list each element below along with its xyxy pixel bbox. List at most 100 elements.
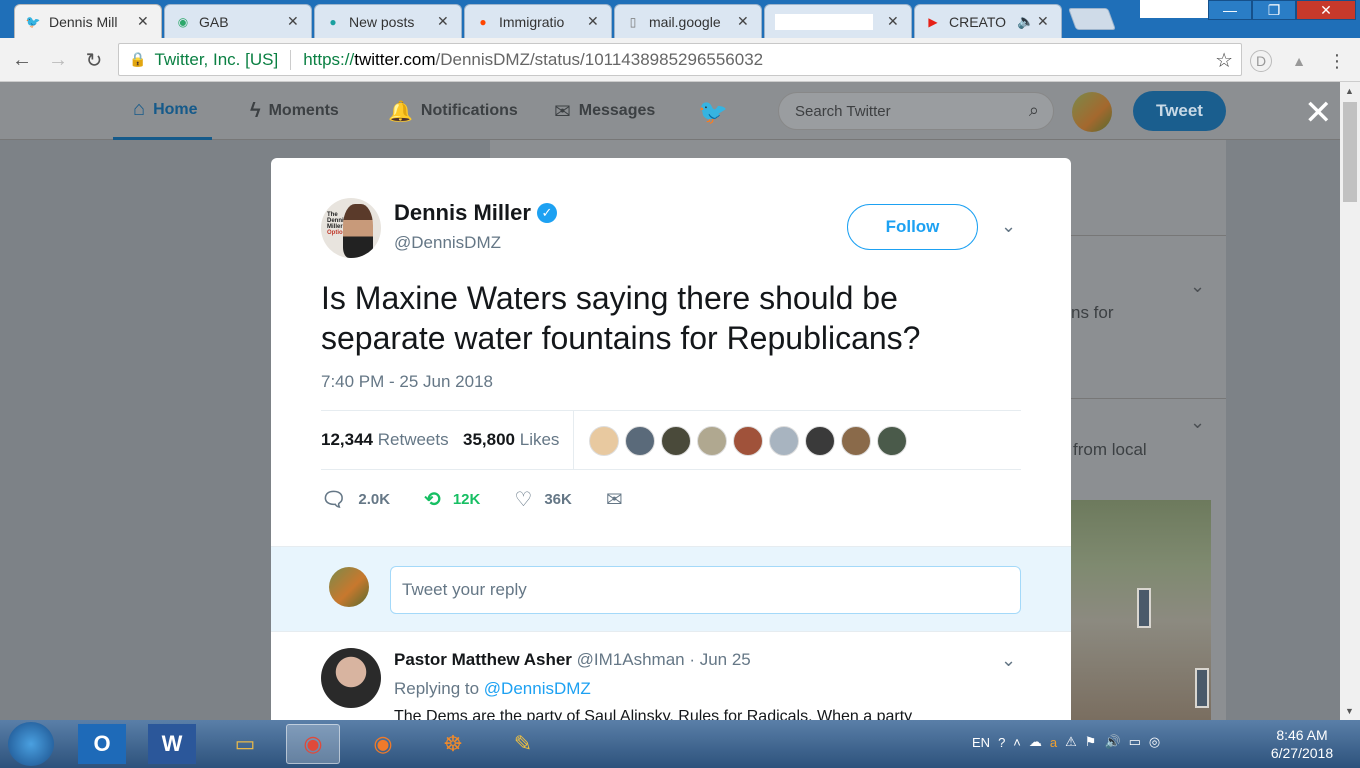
file-explorer-icon[interactable]: ▭	[218, 724, 272, 764]
amazon-icon[interactable]: a	[1050, 735, 1057, 750]
nav-messages[interactable]: ✉ Messages	[554, 82, 655, 140]
tab-close-icon[interactable]: ✕	[587, 13, 601, 30]
url-host: twitter.com	[354, 49, 436, 69]
search-twitter-input[interactable]: Search Twitter ⌕	[778, 92, 1054, 130]
system-clock[interactable]: 8:46 AM 6/27/2018	[1262, 726, 1342, 762]
direct-message-action[interactable]: ✉	[606, 487, 635, 512]
nav-moments[interactable]: ϟ Moments	[250, 82, 339, 140]
help-icon[interactable]: ?	[998, 735, 1005, 750]
chrome-icon[interactable]: ◉	[286, 724, 340, 764]
liker-avatar[interactable]	[733, 426, 763, 456]
user-avatar[interactable]	[1072, 92, 1112, 132]
extension-drive-icon[interactable]: ▲	[1288, 50, 1310, 72]
window-close-button[interactable]: ✕	[1296, 0, 1356, 20]
tab-creator[interactable]: ▶ CREATO 🔈 ✕	[914, 4, 1062, 38]
profile-button[interactable]	[1140, 0, 1210, 18]
start-button[interactable]	[8, 722, 54, 766]
browser-tab-strip: 🐦 Dennis Mill ✕ ◉ GAB ✕ ● New posts ✕ ● …	[0, 0, 1360, 38]
liker-avatar[interactable]	[769, 426, 799, 456]
tab-redacted[interactable]: ✕	[764, 4, 912, 38]
tweet-button[interactable]: Tweet	[1133, 91, 1226, 131]
tray-expand-icon[interactable]: ˄	[1013, 735, 1021, 750]
site-identity[interactable]: Twitter, Inc. [US]	[154, 50, 278, 70]
author-avatar[interactable]: The Dennis Miller Option	[321, 198, 381, 258]
menu-dots-icon[interactable]: ⋮	[1326, 50, 1348, 72]
close-icon[interactable]: ✕	[1304, 96, 1333, 130]
retweets-label: Retweets	[377, 430, 449, 449]
paint-icon[interactable]: ✎	[496, 724, 550, 764]
tab-label: CREATO	[949, 13, 1007, 30]
envelope-icon: ✉	[554, 100, 571, 123]
nav-notifications[interactable]: 🔔 Notifications	[388, 82, 518, 140]
tab-immigration[interactable]: ● Immigratio ✕	[464, 4, 612, 38]
tab-close-icon[interactable]: ✕	[887, 13, 901, 30]
reload-icon[interactable]: ↻	[82, 48, 106, 72]
likes-stat[interactable]: 35,800 Likes	[463, 430, 559, 450]
antivirus-icon[interactable]: ⚠	[1065, 734, 1077, 750]
tweet-timestamp[interactable]: 7:40 PM - 25 Jun 2018	[321, 372, 493, 392]
volume-icon[interactable]: 🔊	[1104, 734, 1120, 750]
forward-arrow-icon[interactable]: →	[46, 48, 70, 72]
tab-close-icon[interactable]: ✕	[287, 13, 301, 30]
tab-mail-google[interactable]: ▯ mail.google ✕	[614, 4, 762, 38]
author-handle[interactable]: @DennisDMZ	[394, 233, 501, 253]
maximize-button[interactable]: ❐	[1252, 0, 1296, 20]
tweet-stats: 12,344 Retweets 35,800 Likes	[321, 410, 1021, 470]
tab-close-icon[interactable]: ✕	[137, 13, 151, 30]
audio-playing-icon[interactable]: 🔈	[1017, 13, 1034, 30]
reply-author[interactable]: Pastor Matthew Asher @IM1Ashman · Jun 25	[394, 650, 751, 670]
replying-to-link[interactable]: @DennisDMZ	[484, 679, 591, 698]
chevron-down-icon[interactable]: ⌄	[1001, 650, 1016, 671]
liker-avatar[interactable]	[805, 426, 835, 456]
network-icon[interactable]: ▭	[1129, 734, 1141, 750]
nav-home-label: Home	[153, 100, 198, 118]
minimize-button[interactable]: —	[1208, 0, 1252, 20]
reply-action[interactable]: 🗨 2.0K	[321, 487, 390, 512]
liker-avatar[interactable]	[877, 426, 907, 456]
scroll-down-icon[interactable]: ▼	[1345, 706, 1354, 716]
extension-d-icon[interactable]: D	[1250, 50, 1272, 72]
chevron-down-icon: ⌄	[1190, 412, 1206, 432]
like-action[interactable]: ♡ 36K	[514, 487, 571, 512]
language-indicator[interactable]: EN	[972, 735, 990, 750]
action-center-flag-icon[interactable]: ⚑	[1085, 734, 1097, 750]
scroll-up-icon[interactable]: ▲	[1345, 86, 1354, 96]
twitter-logo-icon[interactable]: 🐦	[698, 98, 728, 127]
outlook-icon[interactable]: O	[78, 724, 126, 764]
tab-close-icon[interactable]: ✕	[737, 13, 751, 30]
replying-to: Replying to @DennisDMZ	[394, 679, 591, 698]
tab-close-icon[interactable]: ✕	[437, 13, 451, 30]
liker-avatar[interactable]	[625, 426, 655, 456]
tab-close-icon[interactable]: ✕	[1037, 13, 1051, 30]
author-name[interactable]: Dennis Miller ✓	[394, 200, 557, 226]
word-icon[interactable]: W	[148, 724, 196, 764]
reply-input[interactable]: Tweet your reply	[390, 566, 1021, 614]
tray-app-icon[interactable]: ◎	[1149, 734, 1160, 750]
scrollbar-thumb[interactable]	[1343, 102, 1357, 202]
search-icon[interactable]: ⌕	[1029, 100, 1039, 121]
tab-gab[interactable]: ◉ GAB ✕	[164, 4, 312, 38]
lock-icon: 🔒	[129, 51, 147, 67]
reply-author-avatar[interactable]	[321, 648, 381, 708]
back-arrow-icon[interactable]: ←	[10, 48, 34, 72]
page-scrollbar[interactable]: ▲ ▼	[1340, 82, 1360, 720]
nav-home[interactable]: ⌂ Home	[113, 82, 212, 140]
bookmark-star-icon[interactable]: ☆	[1215, 48, 1233, 73]
liker-avatar[interactable]	[841, 426, 871, 456]
liker-avatar[interactable]	[661, 426, 691, 456]
address-bar[interactable]: 🔒 Twitter, Inc. [US] https:// twitter.co…	[118, 43, 1242, 76]
retweet-action[interactable]: ⟲ 12K	[424, 487, 480, 512]
new-tab-button[interactable]	[1067, 8, 1117, 30]
chevron-down-icon[interactable]: ⌄	[1001, 216, 1016, 237]
follow-button[interactable]: Follow	[847, 204, 978, 250]
cloud-icon[interactable]: ☁	[1029, 734, 1042, 750]
twitter-page: ⌂ Home ϟ Moments 🔔 Notifications ✉ Messa…	[0, 82, 1340, 720]
liker-avatar[interactable]	[697, 426, 727, 456]
helm-app-icon[interactable]: ☸	[426, 724, 480, 764]
tab-dennis-miller[interactable]: 🐦 Dennis Mill ✕	[14, 4, 162, 38]
firefox-icon[interactable]: ◉	[356, 724, 410, 764]
clock-time: 8:46 AM	[1276, 727, 1328, 743]
retweets-stat[interactable]: 12,344 Retweets	[321, 430, 449, 450]
tab-new-posts[interactable]: ● New posts ✕	[314, 4, 462, 38]
liker-avatar[interactable]	[589, 426, 619, 456]
